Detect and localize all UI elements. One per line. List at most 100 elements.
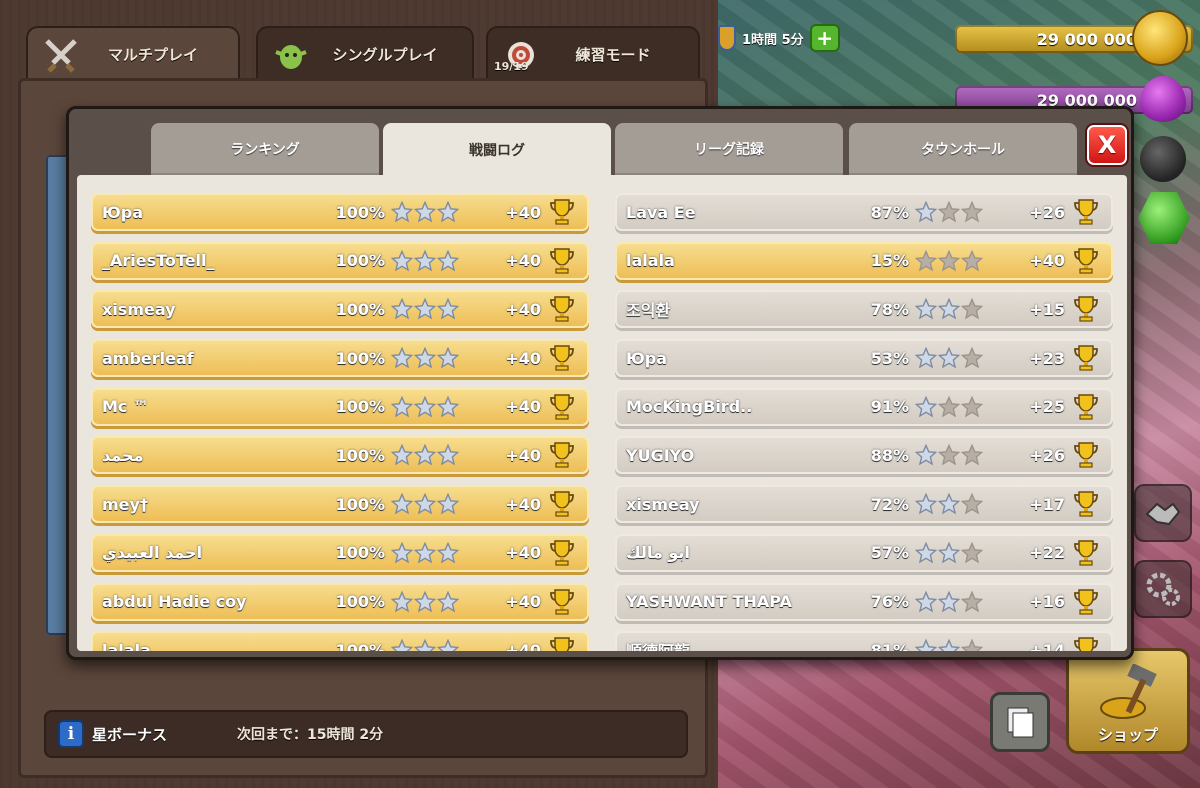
- star-empty-icon: [961, 347, 983, 369]
- stars: [391, 249, 459, 272]
- battle-log-row[interactable]: 조익환 78% +15: [615, 290, 1113, 329]
- star-filled-icon: [437, 493, 459, 515]
- destruction-percent: 81%: [870, 640, 909, 651]
- star-empty-icon: [961, 201, 983, 223]
- trophy-change: +14: [1029, 640, 1065, 651]
- trophy-icon: [550, 199, 574, 225]
- tab-battle-log[interactable]: 戦闘ログ: [383, 123, 611, 177]
- trophy-icon: [550, 296, 574, 322]
- battle-log-row[interactable]: Юpa 100% +40: [91, 193, 589, 231]
- social-button[interactable]: [1134, 484, 1192, 542]
- tab-town-hall-label: タウンホール: [921, 142, 1005, 158]
- star-filled-icon: [938, 639, 960, 651]
- tab-multiplayer[interactable]: マルチプレイ: [26, 26, 240, 82]
- star-bonus-label: 星ボーナス: [92, 725, 168, 744]
- trophy-icon: [1074, 394, 1098, 420]
- star-filled-icon: [915, 347, 937, 369]
- tab-town-hall[interactable]: タウンホール: [849, 123, 1077, 175]
- opponent-name: lalala: [626, 251, 675, 271]
- battle-log-row[interactable]: amberleaf 100% +40: [91, 339, 589, 378]
- stars: [391, 444, 459, 466]
- stars: [915, 639, 983, 651]
- star-filled-icon: [915, 541, 937, 564]
- star-filled-icon: [437, 298, 459, 320]
- star-empty-icon: [961, 249, 983, 272]
- star-empty-icon: [938, 395, 960, 418]
- tab-practice[interactable]: 19/19 練習モード: [486, 26, 700, 82]
- battle-log-row[interactable]: YASHWANT THAPA 76% +16: [615, 582, 1113, 621]
- battle-log-row[interactable]: mey† 100% +40: [91, 485, 589, 524]
- destruction-percent: 87%: [870, 202, 909, 222]
- tab-practice-label: 練習モード: [575, 45, 651, 64]
- close-button[interactable]: X: [1087, 125, 1127, 165]
- star-empty-icon: [938, 201, 960, 223]
- star-filled-icon: [938, 347, 960, 369]
- star-empty-icon: [961, 590, 983, 612]
- battle-log-row[interactable]: Юpa 53% +23: [615, 339, 1113, 378]
- tab-league-record[interactable]: リーグ記録: [615, 123, 843, 175]
- shop-button[interactable]: ショップ: [1066, 648, 1190, 754]
- star-empty-icon: [961, 395, 983, 418]
- battle-log-row[interactable]: xismeay 100% +40: [91, 290, 589, 329]
- add-shield-button[interactable]: +: [809, 24, 840, 52]
- tab-single-player-label: シングルプレイ: [332, 45, 438, 64]
- stars: [915, 298, 983, 320]
- opponent-name: lalala: [102, 640, 151, 651]
- goblin-icon: [270, 34, 312, 76]
- trophy-change: +17: [1029, 494, 1065, 514]
- star-filled-icon: [414, 298, 436, 320]
- stars: [915, 541, 983, 564]
- destruction-percent: 91%: [870, 397, 909, 417]
- trophy-change: +15: [1029, 299, 1065, 319]
- battle-log-row[interactable]: MocKingBird.. 91% +25: [615, 387, 1113, 426]
- trophy-icon: [1074, 345, 1098, 371]
- battle-log-row[interactable]: محمد 100% +40: [91, 436, 589, 475]
- opponent-name: Юpa: [102, 202, 144, 222]
- battle-log-row[interactable]: ابو مالك 57% +22: [615, 533, 1113, 572]
- battle-log-row[interactable]: 順德阿龍 81% +14: [615, 631, 1113, 651]
- battle-log-row[interactable]: abdul Hadie coy 100% +40: [91, 582, 589, 621]
- battle-log-row[interactable]: xismeay 72% +17: [615, 485, 1113, 524]
- stars: [915, 201, 983, 223]
- notes-icon: [1007, 707, 1034, 738]
- battle-log-row[interactable]: YUGIYO 88% +26: [615, 436, 1113, 475]
- destruction-percent: 100%: [335, 348, 385, 368]
- trophy-change: +23: [1029, 348, 1065, 368]
- battle-log-row[interactable]: _AriesToTell_ 100% +40: [91, 241, 589, 280]
- opponent-name: YUGIYO: [626, 445, 695, 465]
- trophy-change: +25: [1029, 397, 1065, 417]
- trophy-icon: [550, 588, 574, 615]
- opponent-name: 順德阿龍: [626, 638, 690, 651]
- stars: [915, 347, 983, 369]
- star-filled-icon: [414, 639, 436, 651]
- battle-log-column-left: Юpa 100% +40 _AriesToTell_ 100% +40 xismeay 100…: [91, 193, 589, 651]
- star-filled-icon: [414, 249, 436, 272]
- gold-coin-icon: [1132, 10, 1188, 66]
- battle-log-row[interactable]: lalala 15% +40: [615, 241, 1113, 280]
- settings-button[interactable]: [1134, 560, 1192, 618]
- destruction-percent: 15%: [870, 251, 909, 271]
- opponent-name: mey†: [102, 494, 148, 514]
- star-empty-icon: [961, 639, 983, 651]
- tab-ranking[interactable]: ランキング: [151, 123, 379, 175]
- destruction-percent: 100%: [335, 202, 385, 222]
- battle-log-row[interactable]: Lava Ee 87% +26: [615, 193, 1113, 231]
- battle-log-row[interactable]: Mc ™ 100% +40: [91, 387, 589, 426]
- opponent-name: MocKingBird..: [626, 397, 753, 417]
- tab-single-player[interactable]: シングルプレイ: [256, 26, 474, 82]
- battle-log-row[interactable]: lalala 100% +40: [91, 631, 589, 651]
- notes-button[interactable]: [990, 692, 1050, 752]
- stars: [915, 493, 983, 515]
- battle-log-list[interactable]: Юpa 100% +40 _AriesToTell_ 100% +40 xismeay 100…: [77, 175, 1127, 651]
- destruction-percent: 53%: [870, 348, 909, 368]
- star-filled-icon: [391, 541, 413, 564]
- trophy-icon: [550, 247, 574, 274]
- info-icon[interactable]: i: [58, 720, 84, 748]
- opponent-name: Юpa: [626, 348, 668, 368]
- trophy-icon: [550, 442, 574, 469]
- star-filled-icon: [391, 493, 413, 515]
- star-filled-icon: [915, 444, 937, 466]
- battle-log-row[interactable]: احمد العبيدي 100% +40: [91, 533, 589, 572]
- star-filled-icon: [915, 639, 937, 651]
- star-filled-icon: [915, 395, 937, 418]
